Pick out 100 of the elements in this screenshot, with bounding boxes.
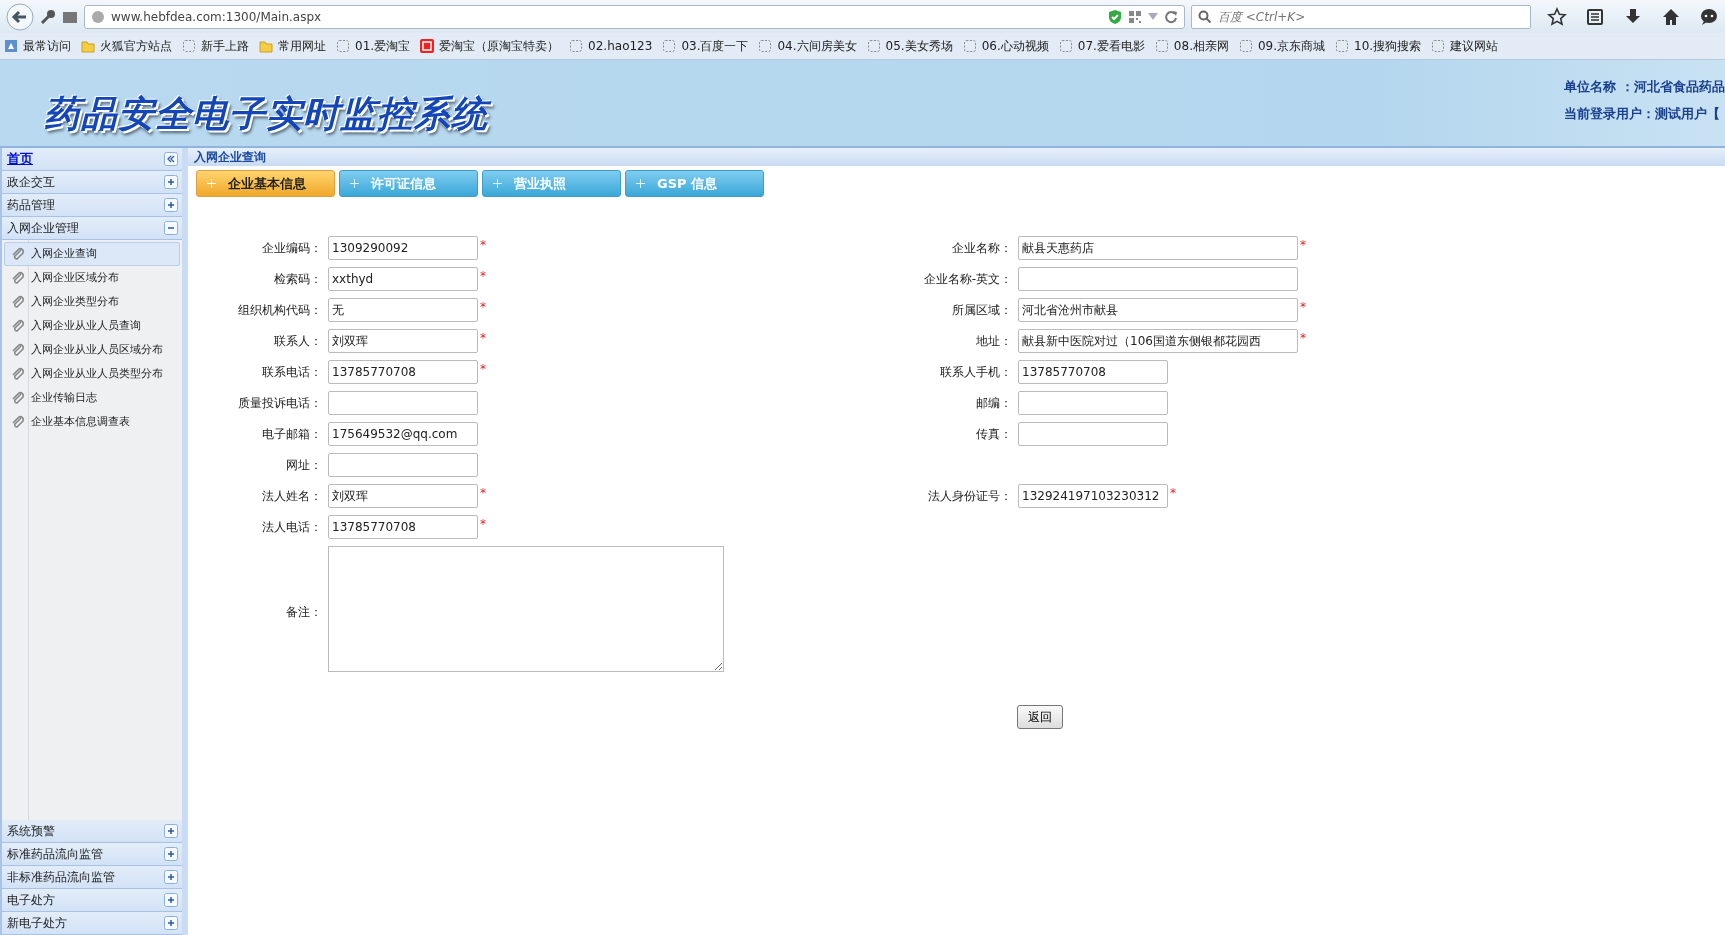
- input-field[interactable]: 刘双珲: [328, 484, 478, 508]
- expand-icon[interactable]: [164, 893, 178, 907]
- dropdown-icon[interactable]: [1148, 12, 1158, 21]
- key-icon[interactable]: [40, 8, 56, 25]
- input-field[interactable]: 175649532@qq.com: [328, 422, 478, 446]
- bookmark[interactable]: 常用网址: [259, 37, 326, 55]
- input-field[interactable]: [328, 391, 478, 415]
- collapse-icon[interactable]: [164, 221, 178, 235]
- bookmark[interactable]: 建议网站: [1431, 37, 1499, 55]
- sidebar-section[interactable]: 政企交互: [2, 171, 182, 194]
- remark-field[interactable]: [328, 546, 724, 672]
- required-mark: *: [480, 268, 486, 285]
- bookmark[interactable]: 07.爱看电影: [1058, 37, 1145, 55]
- back-icon[interactable]: [6, 2, 34, 31]
- star-icon[interactable]: [1547, 6, 1567, 27]
- home-link[interactable]: 首页: [7, 149, 33, 169]
- input-field[interactable]: xxthyd: [328, 267, 478, 291]
- sidebar-section[interactable]: 药品管理: [2, 194, 182, 217]
- page-icon: [758, 39, 773, 53]
- back-button[interactable]: 返回: [1017, 705, 1063, 729]
- sidebar-item[interactable]: 入网企业区域分布: [4, 266, 180, 290]
- tab[interactable]: 企业基本信息: [196, 170, 335, 197]
- bookmark[interactable]: 10.搜狗搜索: [1335, 37, 1422, 55]
- field-label: 企业名称-英文：: [922, 271, 1013, 288]
- bookmark[interactable]: 06.心动视频: [962, 37, 1049, 55]
- input-field[interactable]: 132924197103230312: [1018, 484, 1168, 508]
- bookmark[interactable]: 04.六间房美女: [758, 37, 857, 55]
- address-bar[interactable]: www.hebfdea.com:1300/Main.aspx: [84, 4, 1185, 29]
- search-field[interactable]: 百度 <Ctrl+K>: [1191, 4, 1531, 29]
- sidebar-item[interactable]: 入网企业类型分布: [4, 290, 180, 314]
- bookmark[interactable]: 02.hao123: [569, 37, 653, 55]
- sidebar-item[interactable]: 入网企业从业人员查询: [4, 314, 180, 338]
- sidebar-section[interactable]: 标准药品流向监管: [2, 843, 182, 866]
- field-label: 组织机构代码：: [237, 302, 323, 319]
- sidebar-section[interactable]: 入网企业管理: [2, 217, 182, 240]
- required-mark: *: [1300, 237, 1306, 254]
- input-field[interactable]: [1018, 422, 1168, 446]
- page-icon[interactable]: [62, 9, 78, 24]
- home-icon[interactable]: [1661, 6, 1681, 27]
- bookmark[interactable]: 01.爱淘宝: [336, 37, 411, 55]
- bookmark[interactable]: 新手上路: [182, 37, 249, 55]
- page-icon: [962, 39, 977, 53]
- bookmark[interactable]: 08.相亲网: [1154, 37, 1229, 55]
- sidebar-item[interactable]: 企业传输日志: [4, 386, 180, 410]
- bookmark[interactable]: 爱淘宝（原淘宝特卖）: [420, 37, 560, 55]
- globe-icon: [91, 9, 105, 24]
- field-label: 传真：: [975, 426, 1013, 443]
- field-label: 法人身份证号：: [927, 488, 1013, 505]
- input-field[interactable]: 河北省沧州市献县: [1018, 298, 1298, 322]
- field-label: 企业名称：: [951, 240, 1013, 257]
- qr-code-icon[interactable]: [1128, 9, 1142, 24]
- sidebar-section[interactable]: 电子处方: [2, 889, 182, 912]
- folder-icon: [259, 39, 273, 53]
- input-field[interactable]: 献县新中医院对过（106国道东侧银都花园西: [1018, 329, 1298, 353]
- paperclip-icon: [11, 295, 25, 309]
- paperclip-icon: [11, 247, 25, 261]
- paperclip-icon: [11, 415, 25, 429]
- expand-icon[interactable]: [164, 198, 178, 212]
- input-field[interactable]: 无: [328, 298, 478, 322]
- expand-icon[interactable]: [164, 870, 178, 884]
- bookmark[interactable]: 05.美女秀场: [866, 37, 953, 55]
- field-label: 企业编码：: [261, 240, 323, 257]
- paperclip-icon: [11, 319, 25, 333]
- input-field[interactable]: 13785770708: [1018, 360, 1168, 384]
- bookmark[interactable]: 03.百度一下: [662, 37, 749, 55]
- expand-icon[interactable]: [164, 916, 178, 930]
- input-field[interactable]: 刘双珲: [328, 329, 478, 353]
- sidebar-item[interactable]: 入网企业从业人员类型分布: [4, 362, 180, 386]
- sidebar-section[interactable]: 新电子处方: [2, 912, 182, 935]
- input-field[interactable]: 献县天惠药店: [1018, 236, 1298, 260]
- plus-icon: [207, 179, 216, 188]
- collapse-icon[interactable]: [164, 152, 178, 166]
- required-mark: *: [480, 237, 486, 254]
- input-field[interactable]: [328, 453, 478, 477]
- bookmark[interactable]: 09.京东商城: [1238, 37, 1326, 55]
- required-mark: *: [480, 299, 486, 316]
- sidebar-item[interactable]: 入网企业从业人员区域分布: [4, 338, 180, 362]
- page-icon: [1335, 39, 1350, 53]
- bookmark[interactable]: 最常访问: [4, 37, 71, 55]
- input-field[interactable]: 1309290092: [328, 236, 478, 260]
- expand-icon[interactable]: [164, 847, 178, 861]
- page-icon: [662, 39, 677, 53]
- expand-icon[interactable]: [164, 824, 178, 838]
- input-field[interactable]: 13785770708: [328, 360, 478, 384]
- sidebar-item[interactable]: 入网企业查询: [4, 242, 180, 266]
- sidebar-section[interactable]: 非标准药品流向监管: [2, 866, 182, 889]
- reading-list-icon[interactable]: [1585, 6, 1605, 27]
- shield-icon[interactable]: [1108, 8, 1122, 25]
- reload-icon[interactable]: [1164, 9, 1178, 24]
- field-label: 所属区域：: [951, 302, 1013, 319]
- input-field[interactable]: [1018, 267, 1298, 291]
- sidebar-section[interactable]: 系统预警: [2, 820, 182, 843]
- required-mark: *: [480, 485, 486, 502]
- field-label: 联系人：: [273, 333, 323, 350]
- sidebar-item[interactable]: 企业基本信息调查表: [4, 410, 180, 434]
- input-field[interactable]: 13785770708: [328, 515, 478, 539]
- input-field[interactable]: [1018, 391, 1168, 415]
- chat-icon[interactable]: [1699, 6, 1719, 27]
- bookmark[interactable]: 火狐官方站点: [81, 37, 172, 55]
- expand-icon[interactable]: [164, 175, 178, 189]
